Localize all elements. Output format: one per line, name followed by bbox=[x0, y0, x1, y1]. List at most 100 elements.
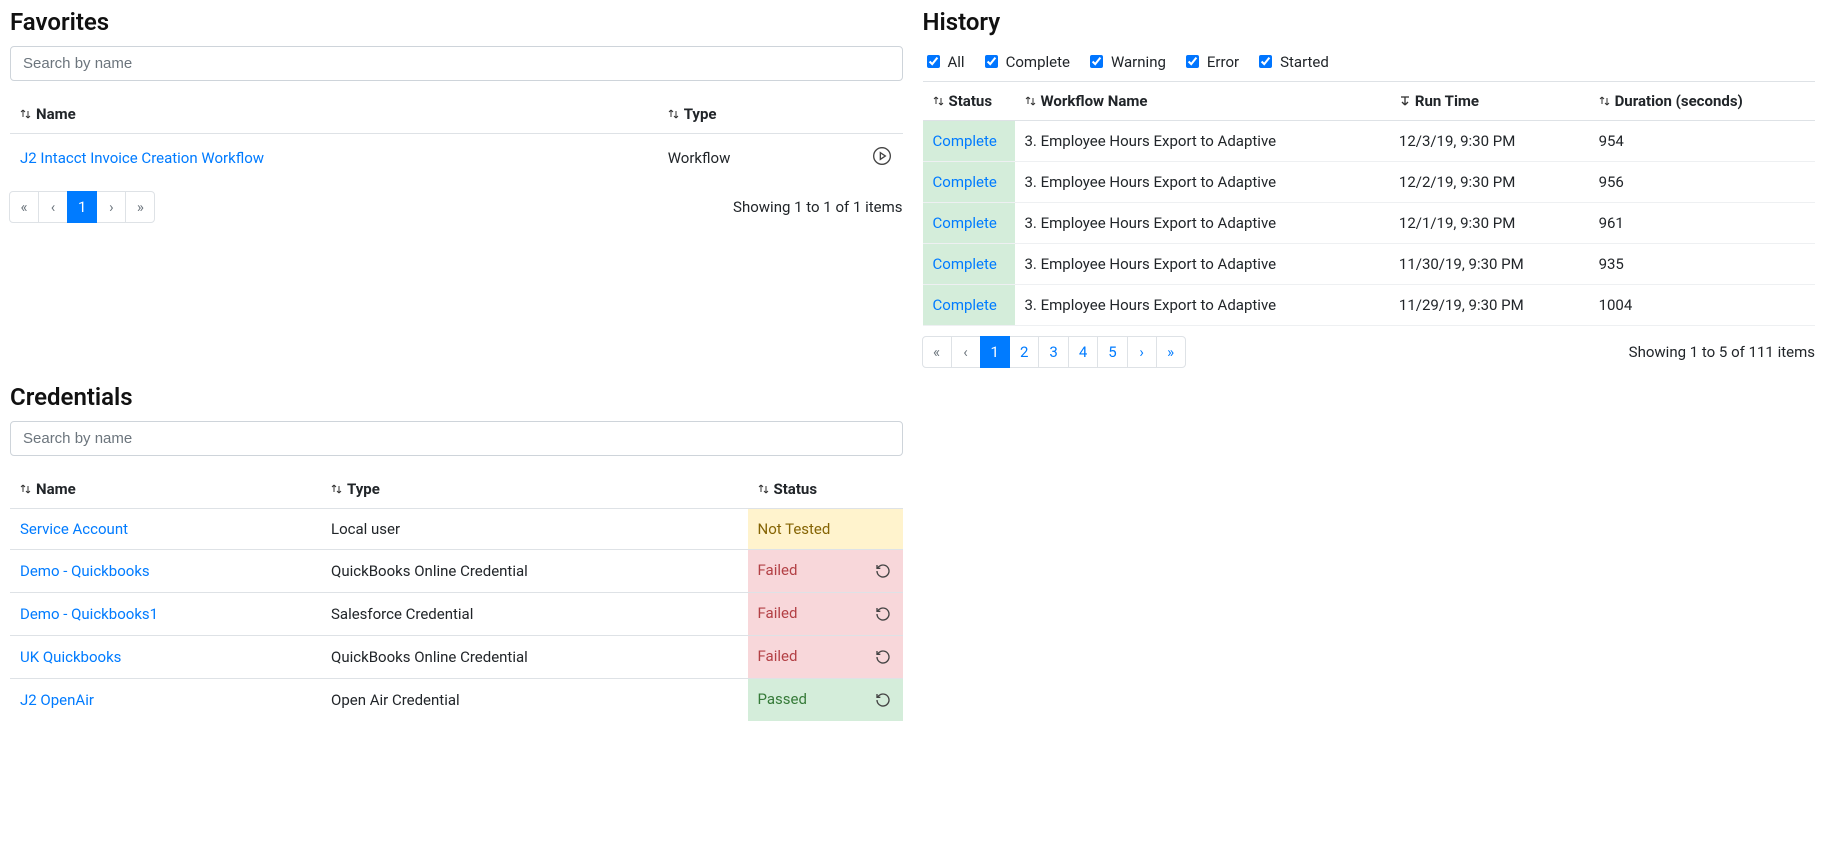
history-duration: 935 bbox=[1589, 244, 1815, 285]
table-row: Complete3. Employee Hours Export to Adap… bbox=[923, 285, 1816, 326]
history-duration: 961 bbox=[1589, 203, 1815, 244]
history-duration: 954 bbox=[1589, 121, 1815, 162]
page-4[interactable]: 4 bbox=[1068, 336, 1098, 368]
refresh-icon[interactable] bbox=[873, 647, 893, 667]
favorites-col-name[interactable]: Name bbox=[10, 95, 658, 134]
checkbox[interactable] bbox=[1259, 55, 1272, 68]
history-runtime: 11/29/19, 9:30 PM bbox=[1389, 285, 1589, 326]
table-row: Demo - Quickbooks QuickBooks Online Crede… bbox=[10, 550, 903, 593]
credentials-heading: Credentials bbox=[10, 383, 903, 411]
table-row: Complete 3. Employee Hours Export to Adap… bbox=[923, 121, 1816, 162]
history-col-status[interactable]: Status bbox=[923, 82, 1015, 121]
favorites-pagination: «‹1›» bbox=[10, 191, 155, 223]
credential-name-link[interactable]: Demo - Quickbooks bbox=[20, 562, 150, 580]
history-runtime: 12/1/19, 9:30 PM bbox=[1389, 203, 1589, 244]
credential-type: QuickBooks Online Credential bbox=[321, 550, 748, 593]
page-next[interactable]: › bbox=[1127, 336, 1157, 368]
history-filter-warning[interactable]: Warning bbox=[1086, 52, 1166, 71]
page-first: « bbox=[922, 336, 952, 368]
history-filter-started[interactable]: Started bbox=[1255, 52, 1329, 71]
sort-icon bbox=[1025, 95, 1037, 107]
favorites-summary: Showing 1 to 1 of 1 items bbox=[733, 198, 902, 216]
history-status-cell: Complete bbox=[923, 244, 1015, 285]
history-workflow-name: 3. Employee Hours Export to Adaptive bbox=[1015, 203, 1389, 244]
page-5[interactable]: 5 bbox=[1097, 336, 1127, 368]
credential-name-link[interactable]: UK Quickbooks bbox=[20, 648, 121, 666]
col-label: Name bbox=[36, 105, 76, 123]
table-row: J2 OpenAirOpen Air CredentialPassed bbox=[10, 679, 903, 722]
col-label: Name bbox=[36, 480, 76, 498]
table-row: Complete 3. Employee Hours Export to Adap… bbox=[923, 203, 1816, 244]
sort-icon bbox=[20, 483, 32, 495]
history-heading: History bbox=[923, 8, 1816, 36]
history-duration: 956 bbox=[1589, 162, 1815, 203]
sort-icon bbox=[1599, 95, 1611, 107]
table-row: Complete3. Employee Hours Export to Adap… bbox=[923, 162, 1816, 203]
page-1[interactable]: 1 bbox=[980, 336, 1010, 368]
col-label: Type bbox=[347, 480, 380, 498]
table-row: Service AccountLocal userNot Tested bbox=[10, 509, 903, 550]
history-col-workflow[interactable]: Workflow Name bbox=[1015, 82, 1389, 121]
credential-name-link[interactable]: Service Account bbox=[20, 520, 128, 538]
history-status-link[interactable]: Complete bbox=[933, 214, 997, 232]
favorites-col-type[interactable]: Type bbox=[658, 95, 861, 134]
history-status-link[interactable]: Complete bbox=[933, 132, 997, 150]
col-label: Status bbox=[774, 480, 818, 498]
refresh-icon[interactable] bbox=[873, 690, 893, 710]
history-status-link[interactable]: Complete bbox=[933, 173, 997, 191]
history-runtime: 12/2/19, 9:30 PM bbox=[1389, 162, 1589, 203]
credentials-col-type[interactable]: Type bbox=[321, 470, 748, 509]
page-first: « bbox=[9, 191, 39, 223]
credential-type: QuickBooks Online Credential bbox=[321, 636, 748, 679]
col-label: Status bbox=[949, 92, 993, 110]
checkbox[interactable] bbox=[927, 55, 940, 68]
favorites-table: Name Type J2 Intacct Invoice Creation Wo… bbox=[10, 95, 903, 181]
page-2[interactable]: 2 bbox=[1009, 336, 1039, 368]
checkbox[interactable] bbox=[1090, 55, 1103, 68]
page-3[interactable]: 3 bbox=[1038, 336, 1068, 368]
history-table: Status Workflow Name Run Time bbox=[923, 82, 1816, 326]
col-label: Type bbox=[684, 105, 717, 123]
favorites-search-input[interactable] bbox=[10, 46, 903, 81]
favorite-name-link[interactable]: J2 Intacct Invoice Creation Workflow bbox=[20, 149, 264, 167]
page-next: › bbox=[96, 191, 126, 223]
history-status-link[interactable]: Complete bbox=[933, 296, 997, 314]
refresh-icon[interactable] bbox=[873, 561, 893, 581]
sort-icon bbox=[758, 483, 770, 495]
col-label: Run Time bbox=[1415, 92, 1479, 110]
credential-status: Failed bbox=[748, 593, 903, 636]
sort-icon bbox=[933, 95, 945, 107]
credentials-col-name[interactable]: Name bbox=[10, 470, 321, 509]
history-filter-complete[interactable]: Complete bbox=[981, 52, 1070, 71]
filter-label: Warning bbox=[1111, 53, 1166, 71]
table-row: J2 Intacct Invoice Creation WorkflowWork… bbox=[10, 134, 903, 182]
page-last[interactable]: » bbox=[1156, 336, 1186, 368]
history-workflow-name: 3. Employee Hours Export to Adaptive bbox=[1015, 244, 1389, 285]
history-pagination: «‹12345›» bbox=[923, 336, 1186, 368]
history-filters: All Complete Warning Error Started bbox=[923, 46, 1816, 82]
page-last: » bbox=[125, 191, 155, 223]
filter-label: All bbox=[948, 53, 965, 71]
history-col-duration[interactable]: Duration (seconds) bbox=[1589, 82, 1815, 121]
credential-name-link[interactable]: Demo - Quickbooks1 bbox=[20, 605, 158, 623]
checkbox[interactable] bbox=[985, 55, 998, 68]
checkbox[interactable] bbox=[1186, 55, 1199, 68]
table-row: Demo - Quickbooks1Salesforce CredentialF… bbox=[10, 593, 903, 636]
history-status-cell: Complete bbox=[923, 121, 1015, 162]
history-filter-all[interactable]: All bbox=[923, 52, 965, 71]
history-workflow-name: 3. Employee Hours Export to Adaptive bbox=[1015, 121, 1389, 162]
history-col-runtime[interactable]: Run Time bbox=[1389, 82, 1589, 121]
credential-name-link[interactable]: J2 OpenAir bbox=[20, 691, 94, 709]
credentials-col-status[interactable]: Status bbox=[748, 470, 903, 509]
credential-status: Failed bbox=[748, 636, 903, 679]
refresh-icon[interactable] bbox=[873, 604, 893, 624]
sort-icon bbox=[668, 108, 680, 120]
credentials-search-input[interactable] bbox=[10, 421, 903, 456]
table-row: UK Quickbooks QuickBooks Online Credentia… bbox=[10, 636, 903, 679]
history-filter-error[interactable]: Error bbox=[1182, 52, 1239, 71]
history-status-link[interactable]: Complete bbox=[933, 255, 997, 273]
page-1[interactable]: 1 bbox=[67, 191, 97, 223]
filter-label: Started bbox=[1280, 53, 1329, 71]
credential-status: Not Tested bbox=[748, 509, 903, 550]
play-icon[interactable] bbox=[871, 145, 893, 167]
